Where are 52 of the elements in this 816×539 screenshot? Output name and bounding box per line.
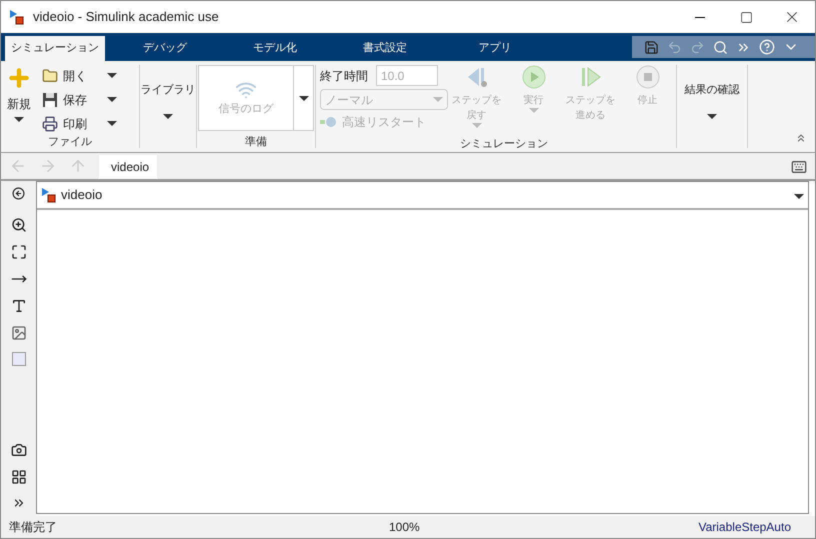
status-text: 準備完了 (9, 519, 58, 536)
group-label: ファイル (47, 137, 93, 150)
keyboard-icon[interactable] (791, 159, 807, 175)
caret-icon (794, 194, 804, 199)
hide-browser-icon[interactable] (12, 187, 25, 200)
property-inspector-icon[interactable] (10, 469, 26, 485)
area-icon[interactable] (12, 352, 26, 366)
group-label: シミュレーション (460, 138, 548, 152)
solver-name: VariableStepAuto (698, 519, 791, 536)
caret-icon (298, 96, 308, 100)
caret-icon (707, 114, 717, 120)
window-title: videoio - Simulink academic use (33, 8, 220, 26)
library-button[interactable]: ライブラリ (140, 61, 196, 152)
model-icon (9, 9, 25, 25)
image-icon[interactable] (10, 325, 26, 341)
search-icon[interactable] (713, 40, 728, 54)
new-button[interactable]: 新規 (1, 65, 37, 137)
zoom-in-icon[interactable] (10, 217, 26, 233)
caret-icon (107, 73, 117, 78)
save-icon[interactable] (644, 40, 659, 54)
ribbon-tab[interactable]: 書式設定 (335, 36, 435, 61)
collapse-ribbon-icon[interactable] (795, 132, 807, 144)
play-icon (522, 65, 546, 89)
stop-time-label: 終了時間 (320, 68, 368, 84)
caret-icon (433, 97, 443, 102)
breadcrumb[interactable]: videoio (61, 185, 102, 205)
annotation-icon[interactable] (10, 298, 26, 314)
file-menu-button[interactable]: 保存 (41, 89, 117, 110)
zoom-level: 100% (389, 519, 420, 536)
minimize-icon (695, 16, 705, 18)
camera-icon[interactable] (10, 442, 26, 458)
ribbon-tab[interactable]: シミュレーション (5, 36, 105, 61)
fit-view-icon[interactable] (10, 244, 26, 260)
group-label: 準備 (245, 137, 267, 150)
fast-restart-icon (320, 116, 338, 128)
caret-icon (107, 97, 117, 102)
ribbon-tab[interactable]: モデル化 (225, 36, 325, 61)
review-results-button[interactable]: 結果の確認 (677, 61, 747, 152)
ribbon-tab[interactable]: アプリ (445, 36, 545, 61)
help-icon[interactable] (759, 39, 775, 55)
printer-icon (41, 114, 59, 132)
file-menu-button[interactable]: 印刷 (41, 113, 117, 134)
stop-icon (636, 65, 660, 89)
caret-icon (163, 114, 173, 120)
caret-icon (14, 117, 24, 122)
caret-icon (107, 121, 117, 126)
maximize-icon (740, 10, 752, 24)
model-tab[interactable]: videoio (99, 155, 157, 179)
ribbon-tab[interactable]: デバッグ (115, 36, 215, 61)
folder-icon (41, 66, 59, 84)
file-menu-button[interactable]: 開く (41, 65, 117, 86)
model-icon (41, 187, 57, 203)
